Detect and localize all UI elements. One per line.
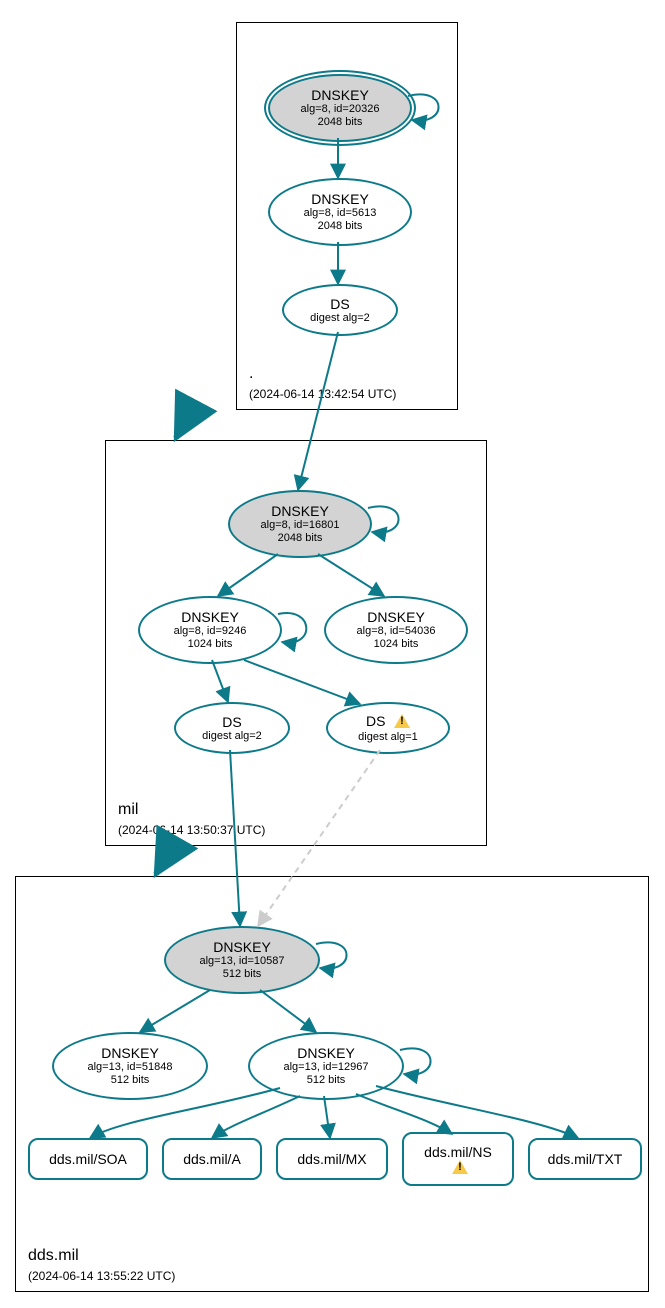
rr-mx: dds.mil/MX: [276, 1138, 388, 1180]
dds-zsk2-dnskey: DNSKEY alg=13, id=12967 512 bits: [248, 1032, 404, 1100]
node-sub2: 512 bits: [111, 1074, 150, 1087]
node-sub1: alg=8, id=16801: [261, 519, 340, 532]
mil-ds1: DS digest alg=2: [174, 702, 290, 754]
node-sub2: 512 bits: [223, 968, 262, 981]
node-sub2: 2048 bits: [318, 116, 363, 129]
root-ksk-dnskey: DNSKEY alg=8, id=20326 2048 bits: [268, 74, 412, 142]
node-title: dds.mil/A: [183, 1151, 241, 1167]
mil-zsk1-dnskey: DNSKEY alg=8, id=9246 1024 bits: [138, 596, 282, 664]
dds-zsk1-dnskey: DNSKEY alg=13, id=51848 512 bits: [52, 1032, 208, 1100]
node-sub1: alg=13, id=51848: [87, 1061, 172, 1074]
mil-ksk-dnskey: DNSKEY alg=8, id=16801 2048 bits: [228, 490, 372, 558]
node-title: DS: [366, 713, 385, 729]
node-sub1: digest alg=2: [310, 312, 370, 325]
zone-root-label: .: [249, 365, 253, 383]
zone-dds-time: (2024-06-14 13:55:22 UTC): [28, 1269, 175, 1283]
node-sub1: alg=8, id=9246: [174, 625, 247, 638]
zone-mil-time: (2024-06-14 13:50:37 UTC): [118, 823, 265, 837]
node-sub1: alg=8, id=54036: [357, 625, 436, 638]
node-title: DNSKEY: [213, 939, 271, 955]
node-sub1: digest alg=1: [358, 731, 418, 744]
node-sub2: 2048 bits: [318, 220, 363, 233]
warning-icon: [452, 1160, 468, 1174]
zone-mil-label: mil: [118, 801, 138, 819]
node-title: DNSKEY: [367, 609, 425, 625]
node-title: dds.mil/TXT: [548, 1151, 623, 1167]
node-sub2: 2048 bits: [278, 532, 323, 545]
node-title: DNSKEY: [271, 503, 329, 519]
node-sub1: alg=13, id=12967: [283, 1061, 368, 1074]
zone-dds-label: dds.mil: [28, 1247, 79, 1265]
node-title: dds.mil/NS: [424, 1144, 492, 1160]
node-title: DNSKEY: [297, 1045, 355, 1061]
node-sub1: digest alg=2: [202, 730, 262, 743]
rr-txt: dds.mil/TXT: [528, 1138, 642, 1180]
node-sub2: 512 bits: [307, 1074, 346, 1087]
node-sub1: alg=8, id=20326: [301, 103, 380, 116]
node-sub2: 1024 bits: [188, 638, 233, 651]
dds-ksk-dnskey: DNSKEY alg=13, id=10587 512 bits: [164, 926, 320, 994]
rr-ns: dds.mil/NS: [402, 1132, 514, 1186]
root-zsk-dnskey: DNSKEY alg=8, id=5613 2048 bits: [268, 178, 412, 246]
mil-zsk2-dnskey: DNSKEY alg=8, id=54036 1024 bits: [324, 596, 468, 664]
node-sub2: 1024 bits: [374, 638, 419, 651]
node-sub1: alg=13, id=10587: [199, 955, 284, 968]
node-title: DS: [330, 296, 349, 312]
node-title: DNSKEY: [181, 609, 239, 625]
node-title: DNSKEY: [311, 191, 369, 207]
node-title: DNSKEY: [311, 87, 369, 103]
node-title: DS: [222, 714, 241, 730]
rr-soa: dds.mil/SOA: [28, 1138, 148, 1180]
mil-ds2: DS digest alg=1: [326, 702, 450, 754]
node-title: dds.mil/MX: [297, 1151, 366, 1167]
rr-a: dds.mil/A: [162, 1138, 262, 1180]
node-title: dds.mil/SOA: [49, 1151, 127, 1167]
root-ds: DS digest alg=2: [282, 284, 398, 336]
zone-root-time: (2024-06-14 13:42:54 UTC): [249, 387, 396, 401]
warning-icon: [394, 714, 410, 728]
node-sub1: alg=8, id=5613: [304, 207, 377, 220]
node-title: DNSKEY: [101, 1045, 159, 1061]
